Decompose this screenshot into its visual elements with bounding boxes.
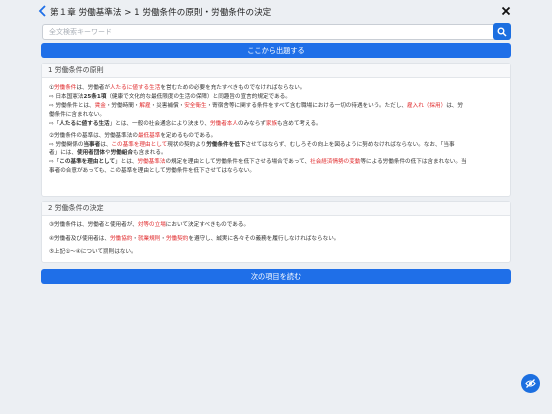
chevron-left-icon[interactable]	[38, 5, 48, 17]
section-card-principles: 1 労働条件の原則 ①労働条件は、労働者が人たるに値する生活を営むための必要を充…	[41, 63, 511, 197]
section-body: ③労働条件は、労働者と使用者が、対等の立場において決定すべきものである。 ④労働…	[42, 216, 510, 264]
visibility-toggle-button[interactable]	[521, 374, 540, 393]
text-line: 事者の合意があっても、この基準を理由として労働条件を低下させてはならない。	[49, 167, 255, 174]
search-icon	[497, 27, 507, 37]
next-item-button[interactable]: 次の項目を読む	[41, 269, 511, 284]
text-line: ⇨ 労働関係の当事者は、この基準を理由として現状の契約より労働条件を低下させては…	[49, 141, 455, 148]
text-line: ⇨ 労働条件とは、賃金・労働時間・解雇・災害補償・安全衛生・寄宿舎等に関する条件…	[49, 102, 463, 109]
text-line: ④労働者及び使用者は、労働協約・就業規則・労働契約を遵守し、誠実に各々その義務を…	[49, 235, 340, 242]
page-title: 第１章 労働基準法 > 1 労働条件の原則・労働条件の決定	[50, 8, 272, 18]
text-line: ②労働条件の基準は、労働基準法の最低基準を定めるものである。	[49, 132, 217, 139]
text-line: ③労働条件は、労働者と使用者が、対等の立場において決定すべきものである。	[49, 222, 250, 228]
search-input[interactable]	[42, 24, 502, 40]
header-bar: 第１章 労働基準法 > 1 労働条件の原則・労働条件の決定	[0, 0, 552, 22]
text-line: ⇨ 日本国憲法25条1項（健康で文化的な最低限度の生活の保障）と同趣旨の宣言的規…	[49, 94, 291, 101]
text-line: ⑤上記①〜④について罰則はない。	[49, 249, 137, 255]
text-line: 者」には、使用者団体や労働組合も含まれる。	[49, 150, 167, 157]
section-heading: 2 労働条件の決定	[42, 202, 510, 216]
text-line: 働条件に含まれない。	[49, 111, 105, 118]
eye-slash-icon	[525, 379, 536, 388]
text-line: ①労働条件は、労働者が人たるに値する生活を営むための必要を充たすべきものでなけれ…	[49, 85, 306, 92]
section-heading: 1 労働条件の原則	[42, 64, 510, 78]
start-quiz-button[interactable]: ここから出題する	[41, 43, 511, 58]
close-icon[interactable]	[501, 6, 511, 16]
text-line: ⇨「この基準を理由として」とは、労働基準法の規定を理由として労働条件を低下させる…	[49, 159, 467, 166]
text-line: ⇨「人たるに値する生活」とは、一般の社会通念により決まり、労働者本人のみならず家…	[49, 120, 322, 127]
section-body: ①労働条件は、労働者が人たるに値する生活を営むための必要を充たすべきものでなけれ…	[42, 78, 510, 180]
section-card-decision: 2 労働条件の決定 ③労働条件は、労働者と使用者が、対等の立場において決定すべき…	[41, 201, 511, 263]
search-button[interactable]	[493, 23, 511, 40]
